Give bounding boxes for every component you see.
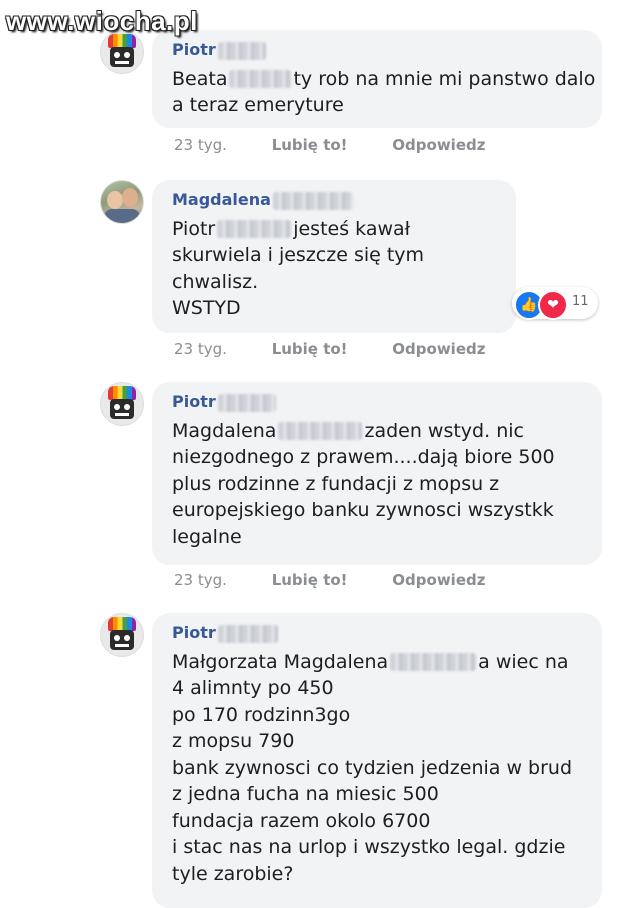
comment-time[interactable]: 23 tyg. [174,340,227,358]
comment-bubble: Piotr Małgorzata Magdalena a wiec na 4 al… [152,613,602,908]
comment-line: skurwiela i jeszcze się tym [172,244,425,266]
comment-author[interactable]: Magdalena [172,190,496,210]
like-link[interactable]: Lubię to! [272,340,348,358]
avatar[interactable] [100,180,144,224]
reaction-count: 11 [572,294,589,309]
comment-line: Małgorzata Magdalena a wiec na [172,650,569,673]
comment-line: po 170 rodzinn3go [172,703,351,726]
comment-line: europejskiego banku zywnosci wszystkk [172,499,554,521]
comment-line: Piotr jesteś kawał [172,217,411,240]
comment-line: bank zywnosci co tydzien jedzenia w brud [172,756,573,779]
comment-line: a teraz emeryture [172,94,344,116]
avatar[interactable] [100,382,144,426]
comment-line: niezgodnego z prawem....dają biore 500 [172,446,555,468]
comment-line: WSTYD [172,297,241,319]
reactions-badge[interactable]: 👍 ❤ 11 [512,287,598,320]
reply-link[interactable]: Odpowiedz [392,571,485,589]
comment-bubble: Piotr Magdalena zaden wstyd. nic niezgodn… [152,382,602,565]
comment-line: legalne [172,525,242,548]
comment-author[interactable]: Piotr [172,623,582,643]
comment-line: Magdalena zaden wstyd. nic [172,419,524,442]
comment-line: z jedna fucha na miesic 500 [172,783,439,805]
comment-meta: 23 tyg. Lubię to! Odpowiedz [174,340,525,358]
comment-author[interactable]: Piotr [172,40,582,60]
comment-line: chwalisz. [172,270,259,293]
comment-author[interactable]: Piotr [172,392,582,412]
love-icon: ❤ [538,290,568,320]
reply-link[interactable]: Odpowiedz [392,136,485,154]
comment-meta: 23 tyg. Lubię to! Odpowiedz [174,571,525,589]
comment-time[interactable]: 23 tyg. [174,571,227,589]
comment-line: plus rodzinne z fundacji z mopsu z [172,472,500,495]
comment-meta: 23 tyg. Lubię to! Odpowiedz [174,136,525,154]
comment-time[interactable]: 23 tyg. [174,136,227,154]
comment-line: Beata ty rob na mnie mi panstwo dalo [172,67,596,90]
comment-line: i stac nas na urlop i wszystko legal. gd… [172,836,566,858]
comment-line: tyle zarobie? [172,862,294,885]
like-link[interactable]: Lubię to! [272,136,348,154]
comment-line: z mopsu 790 [172,730,295,752]
comment-bubble: Piotr Beata ty rob na mnie mi panstwo dal… [152,30,602,128]
comment-line: 4 alimnty po 450 [172,677,334,699]
comment-bubble: Magdalena Piotr jesteś kawał skurwiela i … [152,180,516,333]
like-link[interactable]: Lubię to! [272,571,348,589]
watermark: www.wiocha.pl [6,6,198,36]
reply-link[interactable]: Odpowiedz [392,340,485,358]
avatar[interactable] [100,613,144,657]
comment-line: fundacja razem okolo 6700 [172,809,431,832]
